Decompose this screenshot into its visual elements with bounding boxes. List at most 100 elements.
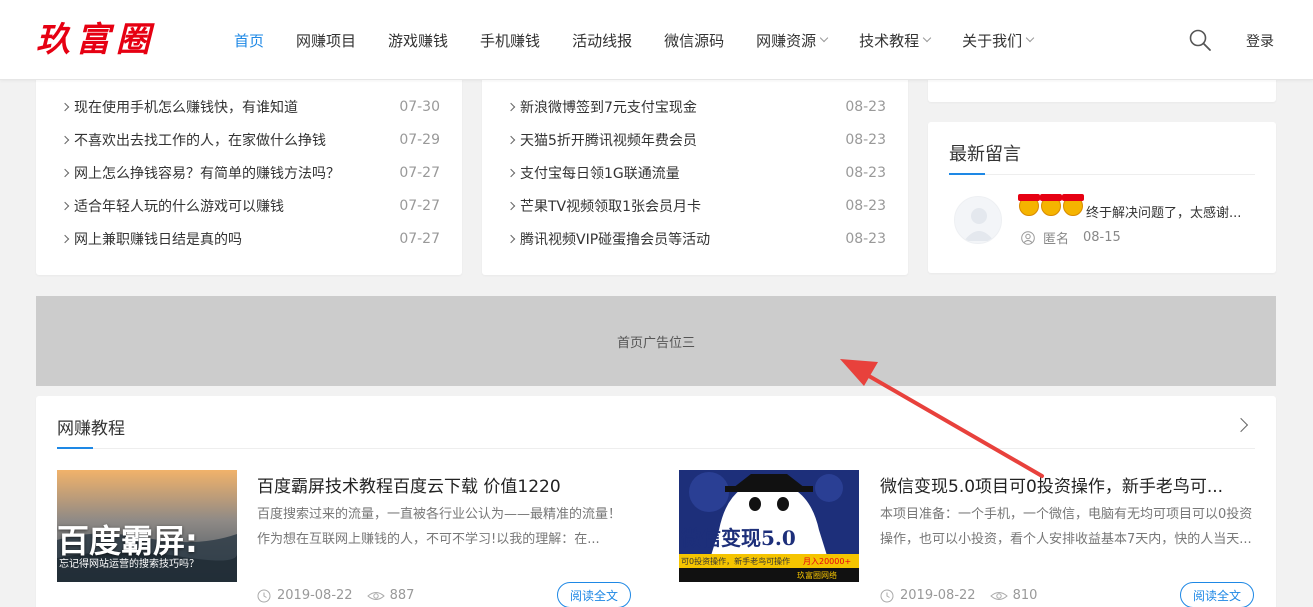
main-nav: 首页 网赚项目 游戏赚钱 手机赚钱 活动线报 微信源码 网赚资源 技术教程 关于我们	[218, 0, 1049, 80]
post-date: 2019-08-22	[900, 588, 976, 603]
read-more-button[interactable]: 阅读全文	[1180, 582, 1254, 607]
post-thumbnail[interactable]: 百度霸屏: 忘记得网站运营的搜索技巧吗？	[57, 470, 237, 582]
default-avatar-icon	[964, 208, 994, 241]
post-title[interactable]: 百度霸屏技术教程百度云下载 价值1220	[257, 472, 561, 497]
clock-icon	[257, 589, 271, 602]
home-ad-slot[interactable]: 首页广告位三	[36, 296, 1276, 386]
list-item-date: 07-27	[399, 197, 440, 214]
post-title[interactable]: 微信变现5.0项目可0投资操作，新手老鸟可...	[880, 472, 1223, 497]
post-thumbnail[interactable]: 微信变现5.0 可0投资操作，新手老鸟可操作 月入20000+ 玖富圈网络	[679, 470, 859, 582]
list-item-date: 08-23	[845, 131, 886, 148]
section-divider	[57, 448, 1255, 449]
nav-item[interactable]: 游戏赚钱	[388, 30, 448, 51]
clock-icon	[880, 589, 894, 602]
chevron-right-icon	[60, 102, 70, 111]
message-meta: 匿名 08-15	[1021, 228, 1121, 247]
left-article-list: 现在使用手机怎么赚钱快，有谁知道 07-30 不喜欢出去找工作的人，在家做什么挣钱 0…	[60, 90, 440, 255]
post-excerpt: 百度搜索过来的流量，一直被各行业公认为——最精准的流量！作为想在互联网上赚钱的人…	[257, 507, 622, 547]
chevron-down-icon	[819, 33, 829, 43]
nav-item[interactable]: 手机赚钱	[480, 30, 540, 51]
list-item-title: 芒果TV视频领取1张会员月卡	[520, 198, 702, 215]
nav-item[interactable]: 微信源码	[664, 30, 724, 51]
user-icon	[1021, 230, 1035, 245]
list-item[interactable]: 腾讯视频VIP碰蛋撸会员等活动 08-23	[506, 222, 886, 255]
post-views: 887	[389, 588, 415, 603]
list-item[interactable]: 网上兼职赚钱日结是真的吗 07-27	[60, 222, 440, 255]
search-icon[interactable]	[1188, 28, 1212, 52]
list-item-date: 08-23	[845, 164, 886, 181]
nav-item-label: 网赚资源	[756, 31, 817, 50]
list-item[interactable]: 芒果TV视频领取1张会员月卡 08-23	[506, 189, 886, 222]
nav-item-label: 活动线报	[572, 31, 633, 50]
chevron-right-icon	[506, 201, 516, 210]
middle-article-list: 新浪微博签到7元支付宝现金 08-23 天猫5折开腾讯视频年费会员 08-23 支付宝每…	[506, 90, 886, 255]
thumb-text-sub: 可0投资操作，新手老鸟可操作	[681, 557, 791, 566]
list-item-title: 新浪微博签到7元支付宝现金	[520, 99, 697, 116]
title-accent	[949, 173, 985, 175]
ad-label: 首页广告位三	[616, 335, 695, 351]
list-item[interactable]: 支付宝每日领1G联通流量 08-23	[506, 156, 886, 189]
post-card: 百度霸屏: 忘记得网站运营的搜索技巧吗？ 百度霸屏技术教程百度云下载 价值122…	[57, 470, 637, 607]
list-item-title: 网上怎么挣钱容易？有简单的赚钱方法吗？	[74, 165, 340, 182]
list-item-title: 网上兼职赚钱日结是真的吗	[74, 231, 242, 248]
list-item-title: 不喜欢出去找工作的人，在家做什么挣钱	[74, 132, 326, 149]
list-item-title: 天猫5折开腾讯视频年费会员	[520, 132, 697, 149]
nav-item[interactable]: 活动线报	[572, 30, 632, 51]
nav-item[interactable]: 网赚项目	[296, 30, 356, 51]
nav-item-label: 微信源码	[664, 31, 725, 50]
nav-item-label: 手机赚钱	[480, 31, 541, 50]
left-article-card: 现在使用手机怎么赚钱快，有谁知道 07-30 不喜欢出去找工作的人，在家做什么挣钱 0…	[36, 70, 462, 275]
chevron-right-icon	[60, 234, 70, 243]
list-item-title: 腾讯视频VIP碰蛋撸会员等活动	[520, 231, 711, 248]
list-item-date: 08-23	[845, 230, 886, 247]
list-item-date: 07-30	[399, 98, 440, 115]
list-item[interactable]: 天猫5折开腾讯视频年费会员 08-23	[506, 123, 886, 156]
emoji-icon	[1040, 194, 1062, 216]
message-date: 08-15	[1083, 230, 1121, 245]
post-meta: 2019-08-22 810	[880, 588, 1037, 603]
list-item-date: 07-27	[399, 230, 440, 247]
list-item-date: 08-23	[845, 197, 886, 214]
thumb-text-extra: 月入20000+	[803, 557, 852, 566]
chevron-right-icon	[506, 234, 516, 243]
post-excerpt: 本项目准备：一个手机，一个微信，电脑有无均可项目可以0投资操作，也可以小投资，看…	[880, 507, 1253, 547]
nav-item-label: 技术教程	[859, 31, 920, 50]
login-link[interactable]: 登录	[1246, 31, 1274, 51]
thumb-text-main: 微信变现5.0	[681, 526, 796, 550]
tutorials-title: 网赚教程	[57, 419, 125, 439]
list-item[interactable]: 网上怎么挣钱容易？有简单的赚钱方法吗？ 07-27	[60, 156, 440, 189]
nav-item[interactable]: 关于我们	[962, 30, 1035, 51]
middle-article-card: 新浪微博签到7元支付宝现金 08-23 天猫5折开腾讯视频年费会员 08-23 支付宝每…	[482, 70, 908, 275]
list-item[interactable]: 不喜欢出去找工作的人，在家做什么挣钱 07-29	[60, 123, 440, 156]
latest-messages-card: 最新留言 终于解决问题了，太感谢... 匿名 08-15	[928, 122, 1276, 273]
chevron-down-icon	[922, 33, 932, 43]
chevron-right-icon	[60, 168, 70, 177]
section-accent	[57, 447, 93, 449]
list-item[interactable]: 现在使用手机怎么赚钱快，有谁知道 07-30	[60, 90, 440, 123]
tutorials-section: 网赚教程 百度霸屏: 忘记得网站运营的搜索技巧吗？ 百度霸屏技术教程百度云下载 …	[36, 396, 1276, 607]
list-item[interactable]: 适合年轻人玩的什么游戏可以赚钱 07-27	[60, 189, 440, 222]
post-meta: 2019-08-22 887	[257, 588, 414, 603]
list-item[interactable]: 新浪微博签到7元支付宝现金 08-23	[506, 90, 886, 123]
post-card: 微信变现5.0 可0投资操作，新手老鸟可操作 月入20000+ 玖富圈网络 微信…	[679, 470, 1259, 607]
chevron-right-icon	[506, 135, 516, 144]
emoji-icon	[1018, 194, 1040, 216]
nav-item[interactable]: 首页	[234, 30, 264, 51]
nav-item[interactable]: 技术教程	[859, 30, 932, 51]
list-item-title: 适合年轻人玩的什么游戏可以赚钱	[74, 198, 284, 215]
chevron-down-icon	[1025, 33, 1035, 43]
site-logo[interactable]: 玖富圈	[36, 18, 156, 62]
nav-item[interactable]: 网赚资源	[756, 30, 829, 51]
message-text[interactable]: 终于解决问题了，太感谢...	[1086, 202, 1241, 221]
read-more-button[interactable]: 阅读全文	[557, 582, 631, 607]
list-item-title: 现在使用手机怎么赚钱快，有谁知道	[74, 99, 298, 116]
post-date: 2019-08-22	[277, 588, 353, 603]
nav-item-label: 关于我们	[962, 31, 1023, 50]
avatar[interactable]	[954, 196, 1002, 244]
nav-item-label: 网赚项目	[296, 31, 357, 50]
emoji-row	[1018, 194, 1085, 216]
title-divider	[949, 174, 1255, 175]
chevron-right-icon[interactable]	[1233, 417, 1249, 433]
list-item-date: 07-29	[399, 131, 440, 148]
latest-messages-title: 最新留言	[949, 144, 1021, 165]
